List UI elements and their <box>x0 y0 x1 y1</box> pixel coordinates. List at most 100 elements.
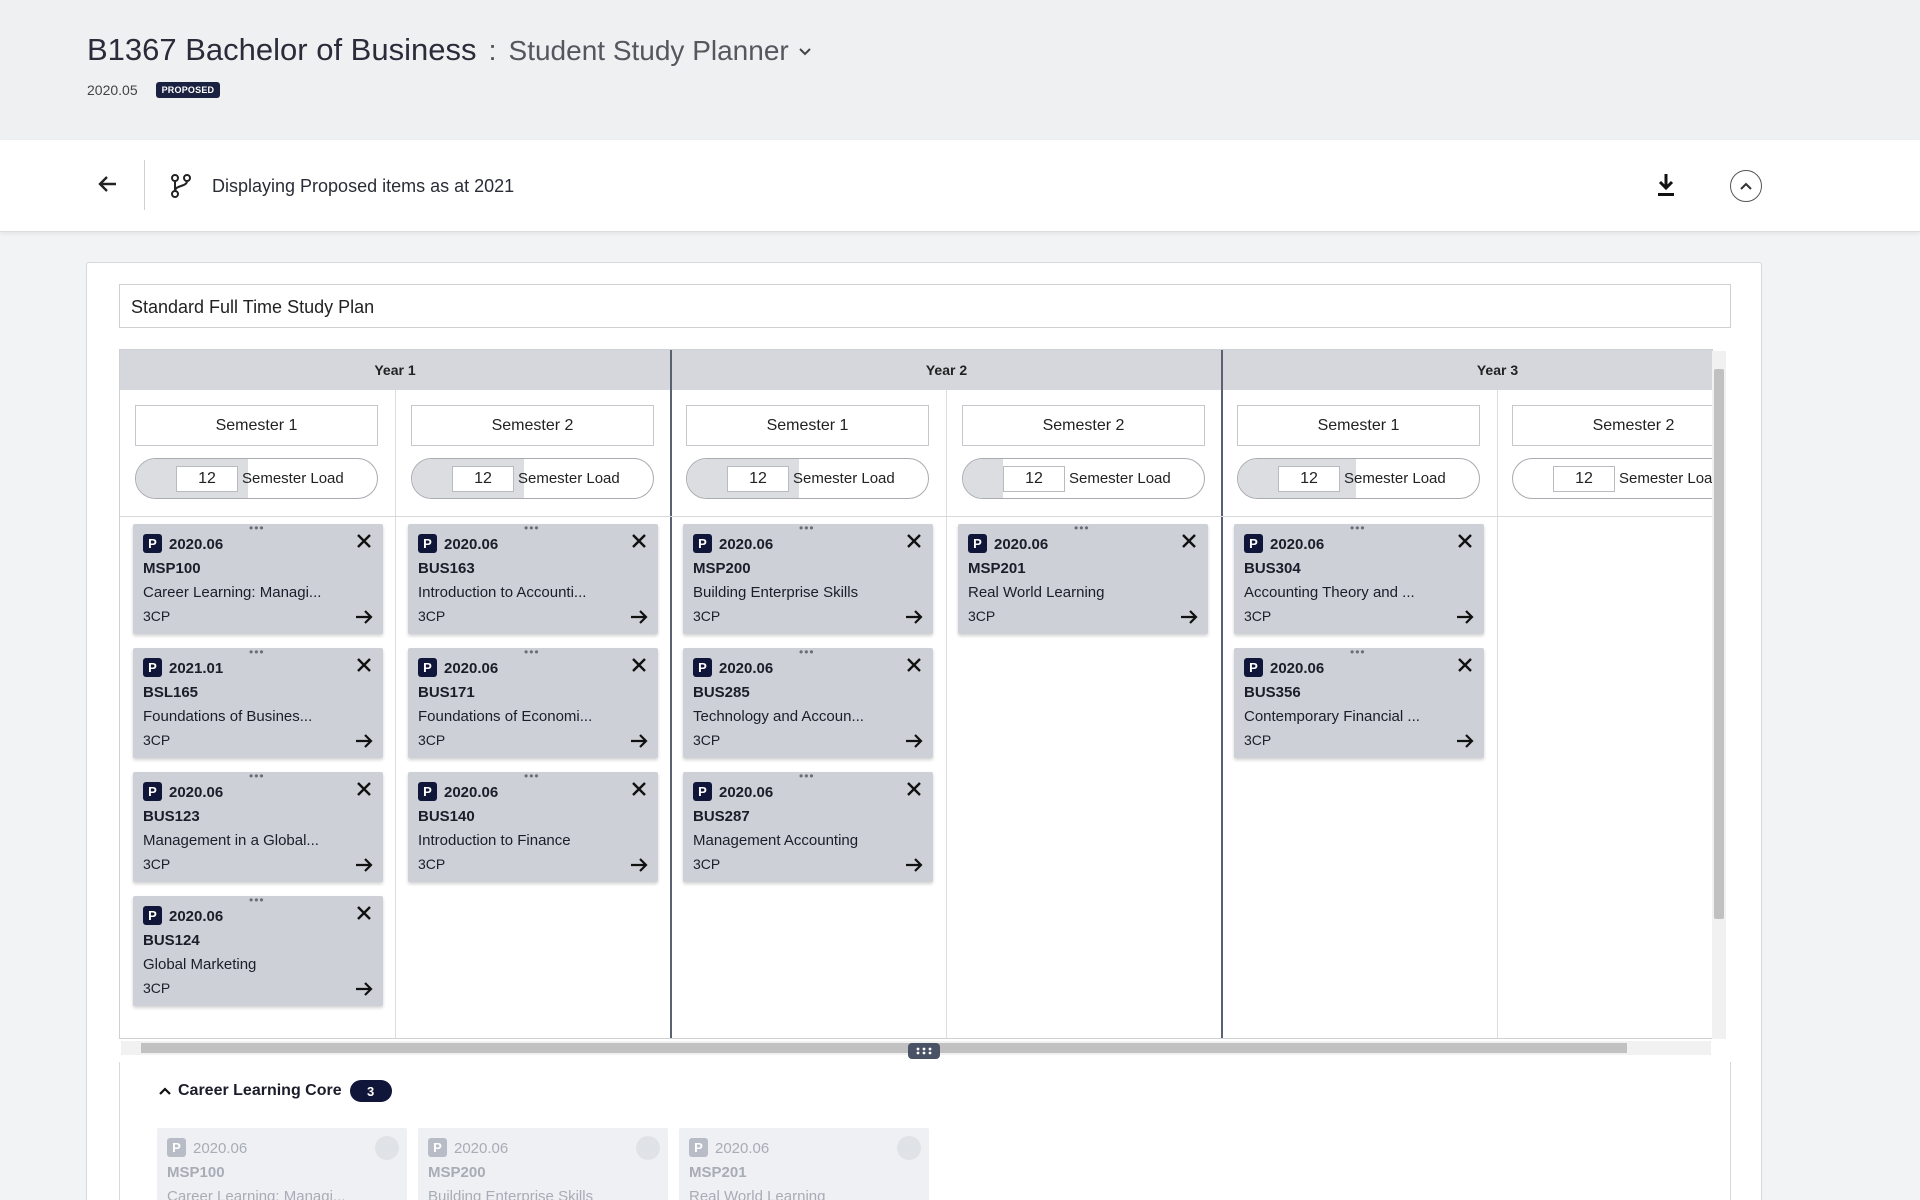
unit-version: 2020.06 <box>719 536 774 553</box>
arrow-right-icon[interactable] <box>905 856 923 874</box>
unit-credit-points: 3CP <box>968 608 996 624</box>
unit-card[interactable]: ••• P 2020.06 BUS124 Global Marketing 3CP <box>133 894 383 1006</box>
core-unit-card[interactable]: P 2020.06 MSP200 Building Enterprise Skills <box>418 1128 668 1200</box>
unit-card[interactable]: ••• P 2020.06 MSP200 Building Enterprise Ski… <box>683 522 933 634</box>
unit-version: 2020.06 <box>715 1140 770 1157</box>
download-icon[interactable] <box>1654 170 1678 200</box>
unit-code: MSP200 <box>428 1164 486 1181</box>
unit-code: MSP201 <box>689 1164 747 1181</box>
unit-code: BUS171 <box>418 684 475 701</box>
unit-code: BUS287 <box>693 808 750 825</box>
more-options-icon[interactable]: ••• <box>799 646 815 658</box>
more-options-icon[interactable]: ••• <box>1350 522 1366 534</box>
unit-version: 2020.06 <box>994 536 1049 553</box>
drag-dots-icon <box>916 1047 932 1055</box>
check-circle-icon <box>897 1136 921 1160</box>
semester-load-input[interactable]: 12 <box>727 466 789 492</box>
more-options-icon[interactable]: ••• <box>249 522 265 534</box>
more-options-icon[interactable]: ••• <box>1350 646 1366 658</box>
arrow-right-icon[interactable] <box>355 980 373 998</box>
more-options-icon[interactable]: ••• <box>524 646 540 658</box>
unit-credit-points: 3CP <box>418 608 446 624</box>
core-unit-card[interactable]: P 2020.06 MSP201 Real World Learning <box>679 1128 929 1200</box>
remove-icon[interactable] <box>630 656 648 674</box>
unit-card[interactable]: ••• P 2020.06 BUS285 Technology and Accoun..… <box>683 646 933 758</box>
arrow-right-icon[interactable] <box>1456 732 1474 750</box>
unit-card[interactable]: ••• P 2021.01 BSL165 Foundations of Busines.… <box>133 646 383 758</box>
unit-card[interactable]: ••• P 2020.06 BUS304 Accounting Theory and .… <box>1234 522 1484 634</box>
more-options-icon[interactable]: ••• <box>249 894 265 906</box>
semester-load-input[interactable]: 12 <box>452 466 514 492</box>
core-section-toggle[interactable]: Career Learning Core 3 <box>158 1080 392 1102</box>
semester-load-input[interactable]: 12 <box>1278 466 1340 492</box>
chevron-up-icon <box>159 1087 171 1095</box>
remove-icon[interactable] <box>630 532 648 550</box>
collapse-button[interactable] <box>1730 170 1762 202</box>
more-options-icon[interactable]: ••• <box>1074 522 1090 534</box>
remove-icon[interactable] <box>630 780 648 798</box>
remove-icon[interactable] <box>355 656 373 674</box>
more-options-icon[interactable]: ••• <box>799 522 815 534</box>
unit-card[interactable]: ••• P 2020.06 BUS171 Foundations of Economi.… <box>408 646 658 758</box>
arrow-right-icon[interactable] <box>905 732 923 750</box>
unit-card[interactable]: ••• P 2020.06 BUS287 Management Accounting 3C… <box>683 770 933 882</box>
more-options-icon[interactable]: ••• <box>249 770 265 782</box>
unit-card[interactable]: ••• P 2020.06 BUS123 Management in a Global.… <box>133 770 383 882</box>
unit-code: MSP200 <box>693 560 751 577</box>
vertical-scrollbar[interactable] <box>1712 351 1726 1039</box>
arrow-right-icon[interactable] <box>355 732 373 750</box>
remove-icon[interactable] <box>355 780 373 798</box>
unit-card[interactable]: ••• P 2020.06 BUS163 Introduction to Account… <box>408 522 658 634</box>
unit-credit-points: 3CP <box>143 856 171 872</box>
horizontal-scroll-thumb[interactable] <box>141 1043 1627 1053</box>
unit-card[interactable]: ••• P 2020.06 MSP100 Career Learning: Managi… <box>133 522 383 634</box>
unit-version: 2020.06 <box>719 660 774 677</box>
unit-card[interactable]: ••• P 2020.06 MSP201 Real World Learning 3CP <box>958 522 1208 634</box>
semester-divider <box>946 390 947 1038</box>
remove-icon[interactable] <box>1456 532 1474 550</box>
arrow-right-icon[interactable] <box>1180 608 1198 626</box>
remove-icon[interactable] <box>355 904 373 922</box>
semester-header: Semester 2 <box>962 405 1205 446</box>
remove-icon[interactable] <box>905 780 923 798</box>
semester-load-input[interactable]: 12 <box>1003 466 1065 492</box>
unit-credit-points: 3CP <box>693 856 721 872</box>
remove-icon[interactable] <box>905 532 923 550</box>
page-header: B1367 Bachelor of Business : Student Stu… <box>0 0 1920 140</box>
arrow-right-icon[interactable] <box>630 732 648 750</box>
core-count-badge: 3 <box>349 1080 392 1102</box>
proposed-badge: P <box>1244 534 1263 553</box>
more-options-icon[interactable]: ••• <box>524 522 540 534</box>
plan-name-field[interactable]: Standard Full Time Study Plan <box>119 284 1731 328</box>
toolbar: Displaying Proposed items as at 2021 <box>0 140 1920 232</box>
remove-icon[interactable] <box>905 656 923 674</box>
remove-icon[interactable] <box>355 532 373 550</box>
resize-handle[interactable] <box>908 1043 940 1059</box>
arrow-right-icon[interactable] <box>905 608 923 626</box>
arrow-right-icon[interactable] <box>630 608 648 626</box>
semester-load-input[interactable]: 12 <box>1553 466 1615 492</box>
unit-card[interactable]: ••• P 2020.06 BUS356 Contemporary Financial … <box>1234 646 1484 758</box>
view-selector[interactable]: Student Study Planner <box>509 35 789 67</box>
arrow-right-icon[interactable] <box>355 608 373 626</box>
course-title: B1367 Bachelor of Business <box>87 32 477 67</box>
remove-icon[interactable] <box>1456 656 1474 674</box>
more-options-icon[interactable]: ••• <box>524 770 540 782</box>
unit-card[interactable]: ••• P 2020.06 BUS140 Introduction to Finance… <box>408 770 658 882</box>
chevron-down-icon[interactable] <box>797 44 813 60</box>
more-options-icon[interactable]: ••• <box>249 646 265 658</box>
proposed-badge: P <box>693 782 712 801</box>
unit-version: 2020.06 <box>193 1140 248 1157</box>
core-unit-card[interactable]: P 2020.06 MSP100 Career Learning: Managi... <box>157 1128 407 1200</box>
semester-header: Semester 1 <box>686 405 929 446</box>
unit-title: Real World Learning <box>968 584 1105 601</box>
semester-load-input[interactable]: 12 <box>176 466 238 492</box>
arrow-right-icon[interactable] <box>1456 608 1474 626</box>
arrow-right-icon[interactable] <box>630 856 648 874</box>
vertical-scroll-thumb[interactable] <box>1714 369 1724 919</box>
check-circle-icon <box>375 1136 399 1160</box>
remove-icon[interactable] <box>1180 532 1198 550</box>
arrow-right-icon[interactable] <box>355 856 373 874</box>
more-options-icon[interactable]: ••• <box>799 770 815 782</box>
back-button[interactable] <box>92 168 124 200</box>
